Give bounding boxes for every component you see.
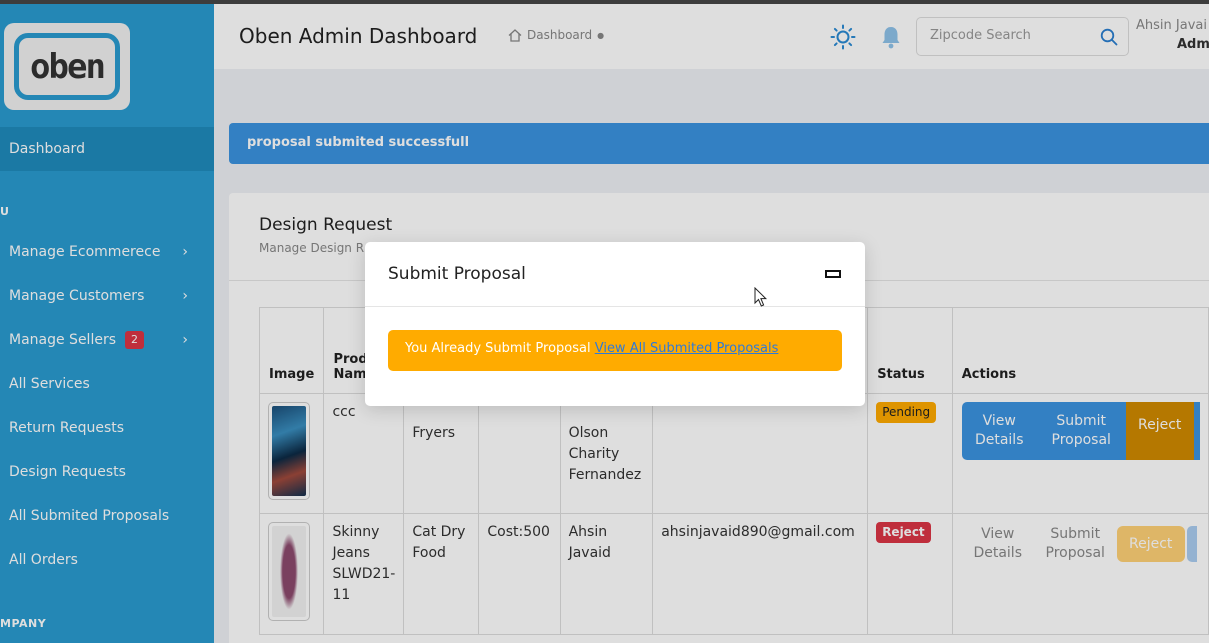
mouse-cursor-icon <box>754 287 768 307</box>
proposal-warning-alert: You Already Submit Proposal View All Sub… <box>388 330 842 371</box>
proposal-warning-text: You Already Submit Proposal <box>405 341 591 356</box>
view-submitted-proposals-link[interactable]: View All Submited Proposals <box>595 341 779 356</box>
submit-proposal-modal: Submit Proposal You Already Submit Propo… <box>365 242 865 406</box>
modal-title: Submit Proposal <box>388 264 526 284</box>
modal-close-icon[interactable] <box>825 270 841 278</box>
modal-divider <box>365 306 865 307</box>
window-top-strip <box>0 0 1209 4</box>
